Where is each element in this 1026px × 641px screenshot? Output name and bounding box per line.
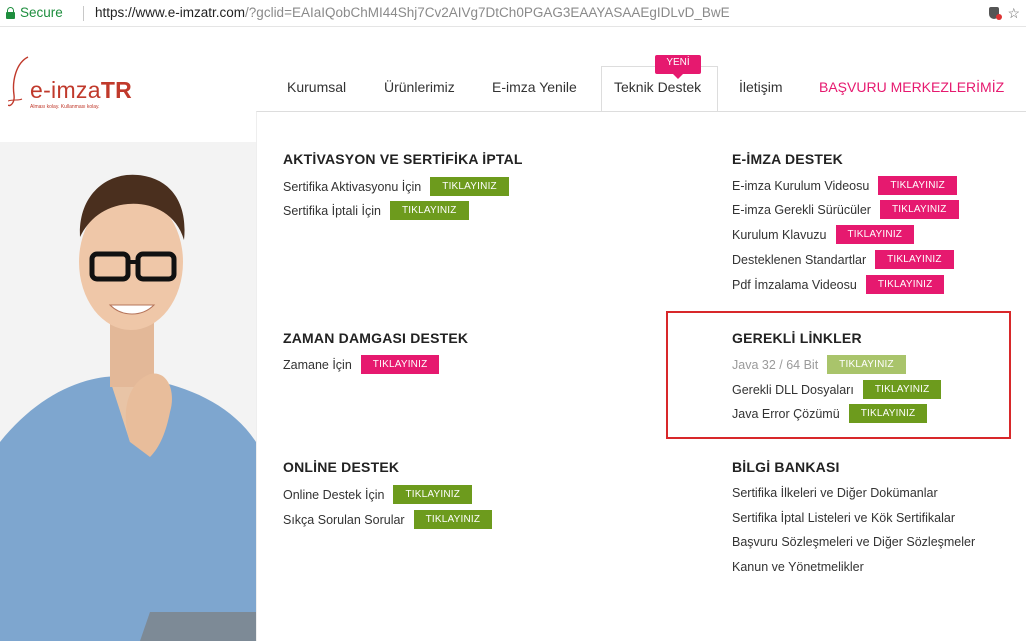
item-label: Sıkça Sorulan Sorular [283, 513, 405, 527]
list-item: E-imza Kurulum Videosu TIKLAYINIZ [732, 176, 957, 196]
address-bar[interactable]: Secure https://www.e-imzatr.com/?gclid=E… [0, 0, 1026, 27]
item-label: Desteklenen Standartlar [732, 253, 867, 267]
list-item: Desteklenen Standartlar TIKLAYINIZ [732, 250, 954, 270]
hero-photo [0, 142, 256, 641]
logo-tagline: Alması kolay. Kullanması kolay. [30, 104, 100, 110]
list-item: Pdf İmzalama Videosu TIKLAYINIZ [732, 275, 945, 295]
tiklayiniz-button[interactable]: TIKLAYINIZ [848, 404, 928, 423]
tiklayiniz-button[interactable]: TIKLAYINIZ [875, 250, 954, 269]
item-label: Java Error Çözümü [732, 407, 840, 421]
tiklayiniz-button[interactable]: TIKLAYINIZ [393, 485, 473, 504]
logo-text: e-imzaTR [30, 77, 132, 104]
tiklayiniz-button[interactable]: TIKLAYINIZ [878, 176, 957, 195]
item-label: Sertifika İptali İçin [283, 204, 381, 218]
url-base: https://www.e-imzatr.com [95, 5, 246, 20]
logo-text-light: e-imza [30, 77, 101, 103]
lock-icon [6, 7, 15, 19]
list-item: Sertifika İptali İçin TIKLAYINIZ [283, 201, 469, 221]
secure-label: Secure [20, 5, 63, 20]
new-badge: YENİ [655, 55, 701, 79]
list-item: Online Destek İçin TIKLAYINIZ [283, 485, 473, 505]
tiklayiniz-button[interactable]: TIKLAYINIZ [360, 355, 440, 374]
item-label: Pdf İmzalama Videosu [732, 278, 857, 292]
list-item: Sertifika Aktivasyonu İçin TIKLAYINIZ [283, 177, 509, 197]
address-separator [83, 6, 84, 21]
item-label: Online Destek İçin [283, 488, 385, 502]
item-label: Sertifika Aktivasyonu İçin [283, 180, 422, 194]
list-item: Zamane İçin TIKLAYINIZ [283, 355, 440, 375]
nav-item-iletisim[interactable]: İletişim [739, 79, 783, 95]
item-label: Java 32 / 64 Bit [732, 358, 819, 372]
bilgi-link[interactable]: Sertifika İptal Listeleri ve Kök Sertifi… [732, 508, 955, 528]
item-label: Kurulum Klavuzu [732, 228, 827, 242]
bilgi-link[interactable]: Başvuru Sözleşmeleri ve Diğer Sözleşmele… [732, 532, 975, 552]
nav-item-kurumsal[interactable]: Kurumsal [287, 79, 346, 95]
section-title-gerekli-linkler: GEREKLİ LİNKLER [732, 330, 862, 346]
tiklayiniz-button[interactable]: TIKLAYINIZ [862, 380, 942, 399]
url-query: /?gclid=EAIaIQobChMI44Shj7Cv2AIVg7DtCh0P… [245, 5, 730, 20]
tiklayiniz-button[interactable]: TIKLAYINIZ [389, 201, 469, 220]
url-text[interactable]: https://www.e-imzatr.com/?gclid=EAIaIQob… [95, 0, 730, 26]
section-title-bilgi-bankasi: BİLGİ BANKASI [732, 459, 840, 475]
site-logo[interactable]: e-imzaTR Alması kolay. Kullanması kolay. [8, 55, 138, 115]
tiklayiniz-button[interactable]: TIKLAYINIZ [835, 225, 915, 244]
section-title-online-destek: ONLİNE DESTEK [283, 459, 400, 475]
list-item: Java 32 / 64 Bit TIKLAYINIZ [732, 355, 906, 375]
list-item: E-imza Gerekli Sürücüler TIKLAYINIZ [732, 200, 959, 220]
nav-item-eimza-yenile[interactable]: E-imza Yenile [492, 79, 577, 95]
list-item: Kurulum Klavuzu TIKLAYINIZ [732, 225, 915, 245]
nav-item-teknik-destek[interactable]: Teknik Destek [614, 79, 701, 95]
list-item: Java Error Çözümü TIKLAYINIZ [732, 404, 928, 424]
man-with-glasses-illustration [0, 142, 256, 641]
section-title-zaman-damgasi: ZAMAN DAMGASI DESTEK [283, 330, 469, 346]
bookmark-star-icon[interactable]: ☆ [1007, 5, 1020, 21]
address-bar-icons: ☆ [981, 0, 1020, 26]
section-title-eimza-destek: E-İMZA DESTEK [732, 151, 843, 167]
tiklayiniz-button[interactable]: TIKLAYINIZ [430, 177, 509, 196]
list-item: Sıkça Sorulan Sorular TIKLAYINIZ [283, 510, 493, 530]
logo-text-bold: TR [100, 77, 133, 103]
tiklayiniz-button[interactable]: TIKLAYINIZ [879, 200, 959, 219]
section-title-aktivasyon: AKTİVASYON VE SERTİFİKA İPTAL [283, 151, 523, 167]
item-label: Gerekli DLL Dosyaları [732, 383, 854, 397]
extension-icon[interactable] [989, 7, 1003, 20]
tiklayiniz-button[interactable]: TIKLAYINIZ [827, 355, 906, 374]
nav-item-urunlerimiz[interactable]: Ürünlerimiz [384, 79, 455, 95]
tiklayiniz-button[interactable]: TIKLAYINIZ [865, 275, 945, 294]
item-label: Zamane İçin [283, 358, 352, 372]
tiklayiniz-button[interactable]: TIKLAYINIZ [413, 510, 493, 529]
item-label: E-imza Gerekli Sürücüler [732, 203, 871, 217]
bilgi-link[interactable]: Kanun ve Yönetmelikler [732, 557, 864, 577]
bilgi-link[interactable]: Sertifika İlkeleri ve Diğer Dokümanlar [732, 483, 938, 503]
nav-item-basvuru-merkezlerimiz[interactable]: BAŞVURU MERKEZLERİMİZ [819, 79, 1004, 95]
list-item: Gerekli DLL Dosyaları TIKLAYINIZ [732, 380, 942, 400]
item-label: E-imza Kurulum Videosu [732, 179, 870, 193]
